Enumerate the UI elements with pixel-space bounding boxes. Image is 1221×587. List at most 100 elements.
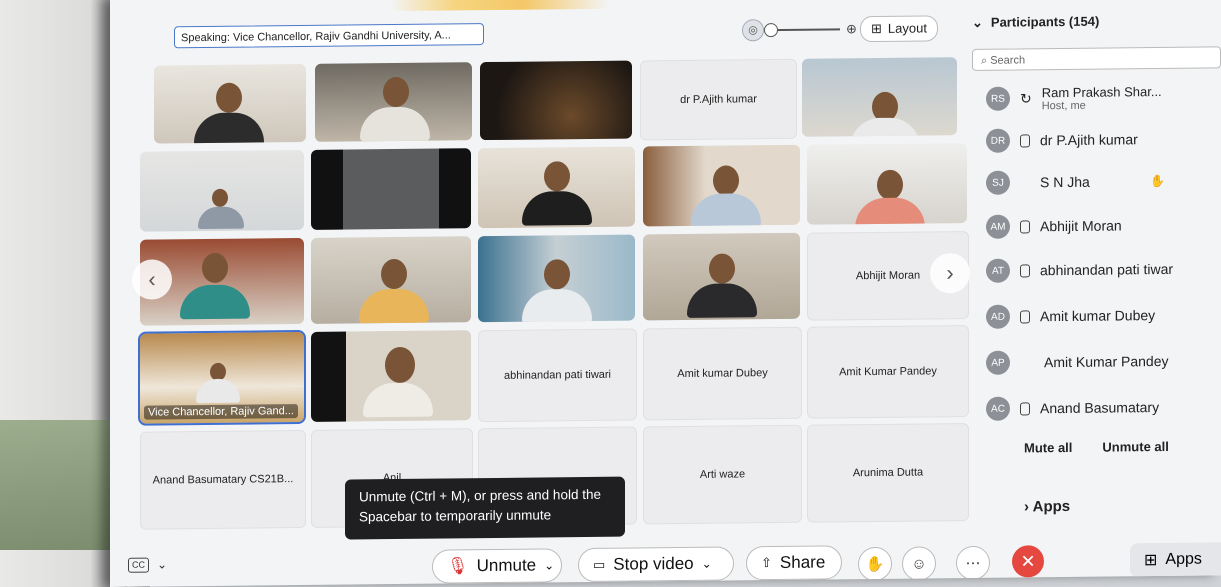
mic-icon [1020,263,1030,277]
cc-icon: CC [128,557,149,573]
tile-name: Arti waze [699,468,746,481]
chevron-down-icon: ⌄ [544,558,555,573]
participant-row[interactable]: AM Abhijit Moran [986,213,1122,239]
unmute-button[interactable]: 🎙 Unmute ⌄ [432,548,562,584]
tile-name: dr P.Ajith kumar [680,93,757,107]
tile-name: Amit kumar Dubey [677,367,768,381]
video-tile[interactable] [643,232,800,321]
more-options-button[interactable]: ⋯ [956,545,990,581]
participant-name: abhinandan pati tiwar [1040,260,1174,279]
tile-name: Amit Kumar Pandey [839,365,937,379]
zoom-out-icon[interactable]: ◎ [742,19,764,42]
video-grid: dr P.Ajith kumar Abhijit Moran Vice Chan… [132,53,970,530]
mic-icon [1020,401,1030,415]
video-tile[interactable] [315,62,472,142]
participant-row[interactable]: AC Anand Basumatary [986,395,1159,421]
participant-row[interactable]: SJ S N Jha ✋ [986,169,1165,195]
participant-name: S N Jha [1040,173,1090,191]
video-tile-name-only[interactable]: Amit Kumar Pandey [807,325,969,419]
unmute-all-button[interactable]: Unmute all [1102,439,1168,455]
unmute-label: Unmute [476,555,537,576]
video-tile[interactable] [643,144,800,227]
reactions-button[interactable]: ☺ [902,546,936,581]
zoom-slider[interactable] [764,23,840,38]
zoom-in-icon[interactable]: ⊕ [846,21,857,37]
avatar: DR [986,128,1010,153]
apps-grid-icon: ⊞ [1144,552,1158,570]
video-tile[interactable] [140,149,304,232]
video-tile[interactable] [311,236,471,324]
video-tile[interactable] [154,63,306,144]
layout-button[interactable]: ⊞ Layout [860,15,938,43]
mute-all-button[interactable]: Mute all [1024,440,1072,456]
participant-name: Ram Prakash Shar... [1041,83,1162,101]
chevron-right-icon: › [1024,498,1029,516]
participant-row[interactable]: RS ↻ Ram Prakash Shar... Host, me [986,83,1162,113]
tile-name: Abhijit Moran [855,269,921,283]
video-tile[interactable] [478,234,635,323]
video-tile[interactable] [311,148,471,230]
video-tile[interactable] [311,330,471,422]
participant-name: dr P.Ajith kumar [1040,131,1138,149]
apps-button[interactable]: ⊞ Apps [1130,542,1221,578]
apps-section-toggle[interactable]: › Apps [1024,498,1070,515]
grid-icon: ⊞ [871,20,882,37]
participant-name: Abhijit Moran [1040,217,1122,235]
share-label: Share [779,552,826,572]
apps-section-label: Apps [1032,497,1071,516]
next-page-icon[interactable]: › [930,252,970,294]
avatar: RS [986,86,1010,111]
participant-row[interactable]: DR dr P.Ajith kumar [986,127,1138,153]
meeting-screen: Speaking: Vice Chancellor, Rajiv Gandhi … [110,0,1221,587]
zoom-control[interactable]: ◎ ⊕ [742,18,857,42]
close-icon: ✕ [1020,550,1036,571]
search-icon: ⌕ [981,54,991,67]
video-tile-name-only[interactable]: abhinandan pati tiwari [478,328,637,423]
photo-foreground-object [0,420,120,550]
video-tile-name-only[interactable]: Anand Basumatary CS21B... [140,429,306,530]
avatar: SJ [986,170,1010,195]
stop-video-button[interactable]: ▭ Stop video ⌄ [578,546,734,583]
zoom-slider-knob[interactable] [764,23,778,38]
overlay-logo [390,0,610,12]
participants-header[interactable]: ⌄ Participants (154) [972,14,1099,31]
avatar: AP [986,350,1010,375]
video-tile[interactable] [802,57,957,137]
sync-icon: ↻ [1020,89,1032,106]
video-tile[interactable] [480,60,632,141]
participant-role: Host, me [1041,99,1086,113]
active-speaker-label: Speaking: Vice Chancellor, Rajiv Gandhi … [174,23,484,49]
hand-icon: ✋ [865,555,885,574]
participant-name: Amit Kumar Pandey [1044,352,1169,371]
tile-name: abhinandan pati tiwari [503,368,612,382]
smiley-icon: ☺ [911,554,927,573]
tile-name: Arunima Dutta [852,466,924,480]
raise-hand-button[interactable]: ✋ [858,546,892,582]
video-tile[interactable] [478,146,635,229]
share-button[interactable]: ⇧ Share [746,545,842,581]
avatar: AT [986,258,1010,283]
mute-controls: Mute all Unmute all [1024,439,1169,456]
camera-icon: ▭ [593,556,606,572]
chevron-down-icon: ⌄ [701,556,712,571]
chevron-down-icon: ⌄ [972,14,983,30]
prev-page-icon[interactable]: ‹ [132,259,172,300]
video-tile[interactable] [807,143,967,225]
participants-search-input[interactable]: ⌕ Search [972,46,1221,71]
layout-button-label: Layout [887,20,927,36]
video-tile-name-only[interactable]: Arti waze [643,424,802,525]
video-tile-name-only[interactable]: dr P.Ajith kumar [640,58,797,141]
participant-row[interactable]: AT abhinandan pati tiwar [986,257,1173,283]
mic-muted-icon: 🎙 [447,556,469,576]
participant-row[interactable]: AP Amit Kumar Pandey [986,349,1169,375]
video-tile-active-speaker[interactable]: Vice Chancellor, Rajiv Gand... [138,329,306,426]
apps-label: Apps [1165,550,1202,568]
closed-captions-button[interactable]: CC ⌄ [128,557,167,573]
video-tile-name-only[interactable]: Arunima Dutta [807,423,969,523]
leave-meeting-button[interactable]: ✕ [1012,545,1044,578]
participants-panel: ⌄ Participants (154) ⌕ Search RS ↻ Ram P… [972,2,1221,545]
more-icon: ⋯ [965,554,981,573]
participant-row[interactable]: AD Amit kumar Dubey [986,303,1155,329]
hand-raised-icon: ✋ [1150,173,1165,189]
video-tile-name-only[interactable]: Amit kumar Dubey [643,326,802,421]
